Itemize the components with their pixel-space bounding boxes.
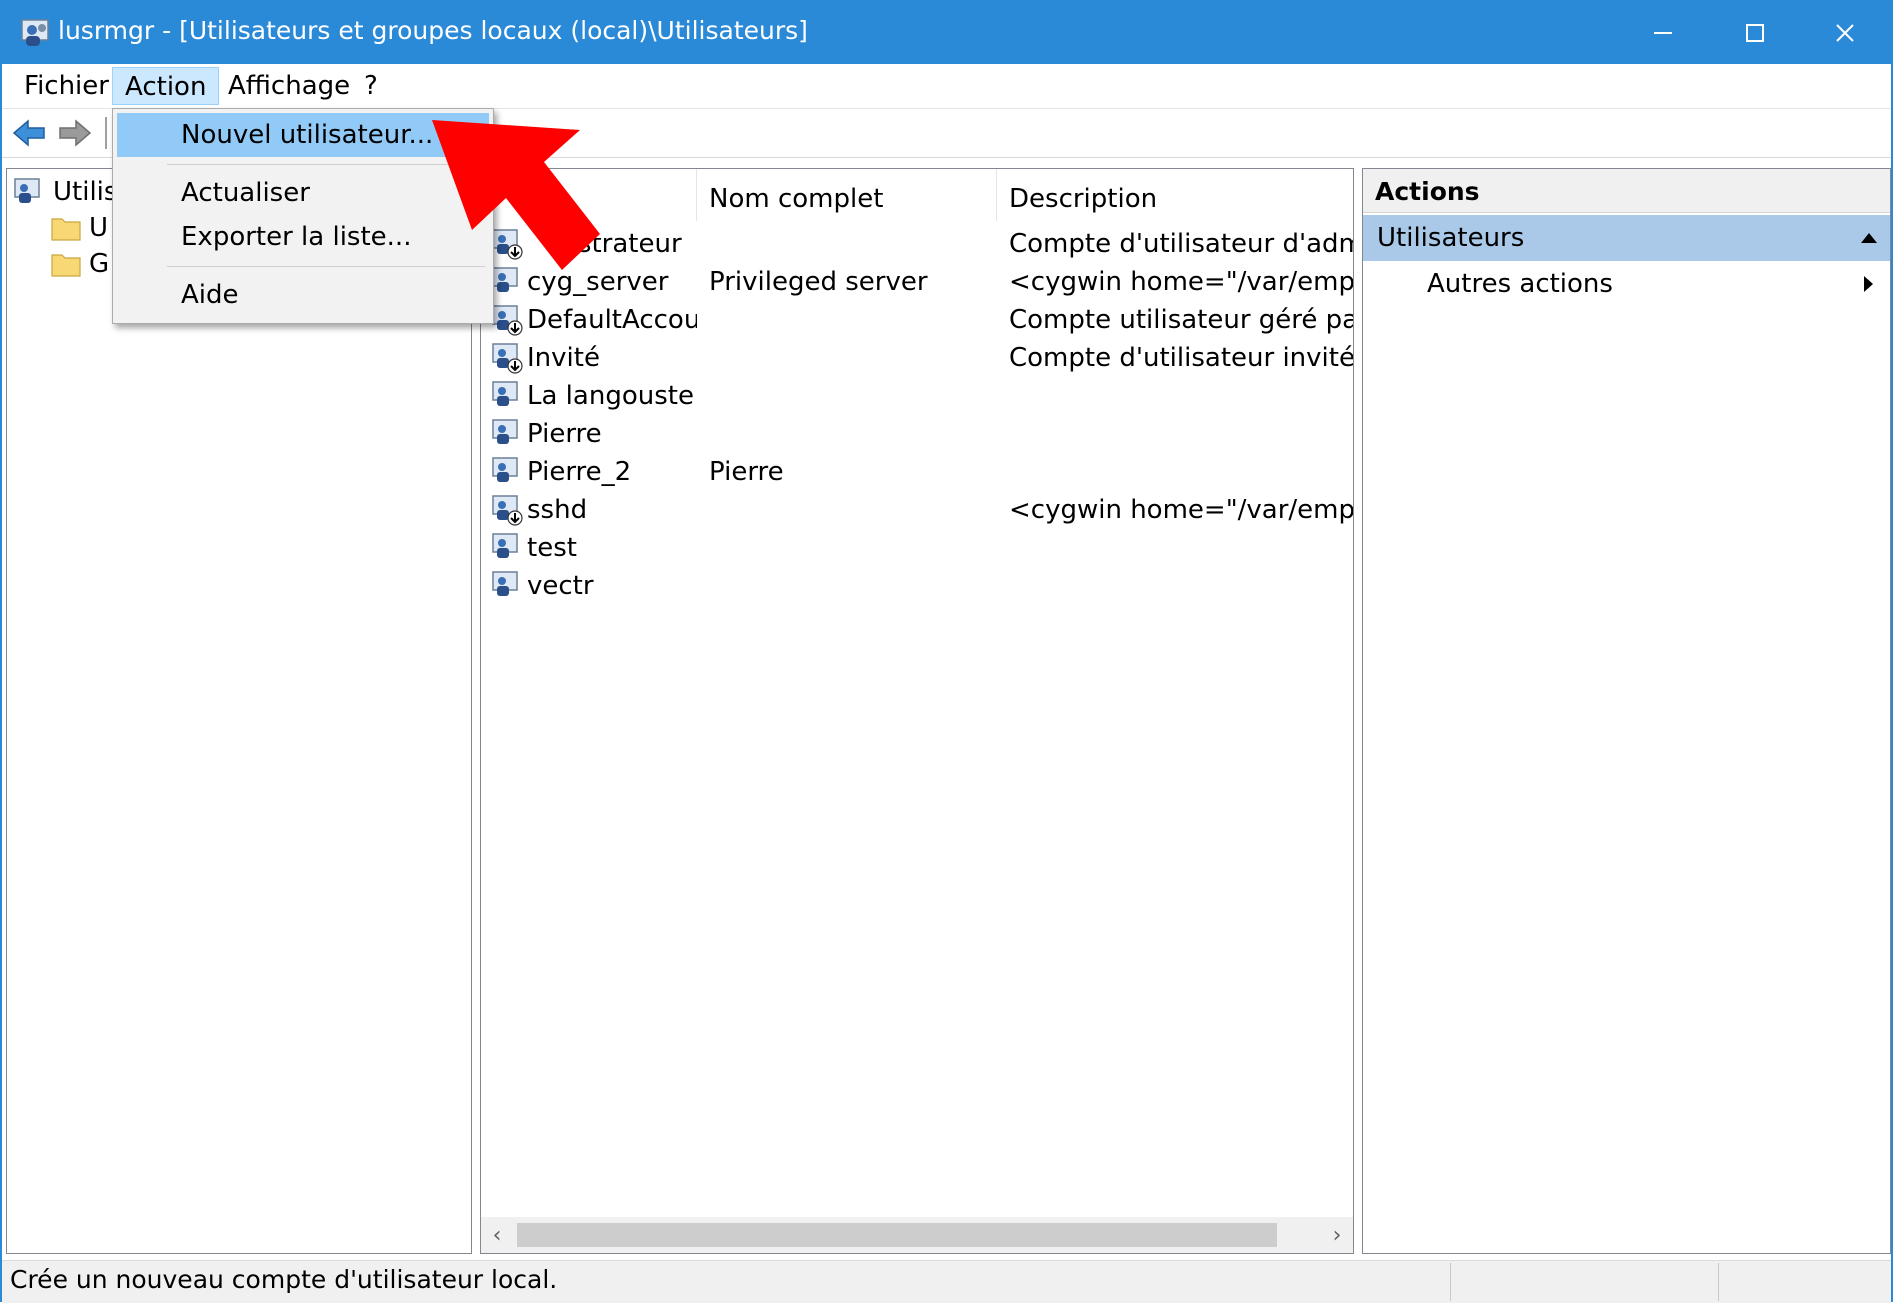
cell-full-name [709,491,999,529]
menu-action[interactable]: Action [112,67,220,105]
cell-description [1009,377,1353,415]
table-row[interactable]: sshd <cygwin home="/var/empty" sh [481,491,1353,529]
window: lusrmgr - [Utilisateurs et groupes locau… [0,0,1893,1303]
cell-full-name [709,415,999,453]
column-header-description[interactable]: Description [997,169,1353,221]
cell-name: Pierre [527,419,602,449]
table-row[interactable]: cyg_server Privileged server <cygwin home=… [481,263,1353,301]
status-text: Crée un nouveau compte d'utilisateur loc… [10,1265,558,1294]
table-row[interactable]: DefaultAccount Compte utilisateur géré pa… [481,301,1353,339]
actions-header: Actions [1363,169,1890,213]
back-button[interactable] [10,115,48,151]
status-bar: Crée un nouveau compte d'utilisateur loc… [2,1260,1891,1303]
cell-full-name [709,225,999,263]
actions-more-label: Autres actions [1427,269,1613,299]
table-row[interactable]: Pierre [481,415,1353,453]
cell-name: DefaultAccount [527,305,697,335]
scrollbar-thumb[interactable] [517,1223,1277,1247]
tree-item-groups[interactable]: G [51,247,109,281]
forward-button[interactable] [56,115,94,151]
table-row[interactable]: inistrateurCompte d'utilisateur d'admini… [481,225,1353,263]
close-button[interactable] [1799,2,1891,64]
table-row[interactable]: La langouste [481,377,1353,415]
status-divider [1450,1263,1451,1301]
user-icon [492,571,518,596]
submenu-arrow-icon [1864,276,1873,292]
table-row[interactable]: Pierre_2 Pierre [481,453,1353,491]
cell-description [1009,453,1353,491]
users-app-icon [21,19,49,46]
folder-icon [51,218,81,241]
cell-full-name [709,529,999,567]
user-icon [492,533,518,558]
tree-item-groups-label: G [89,249,110,279]
actions-section-users[interactable]: Utilisateurs [1363,215,1890,261]
tree-item-users-label: U [89,213,109,243]
cell-name: vectr [527,571,594,601]
menu-file[interactable]: Fichier [12,67,121,105]
disabled-user-icon [492,305,523,336]
menu-help[interactable]: ? [352,67,390,105]
tree-root[interactable]: Utilis [13,175,117,209]
collapse-up-icon[interactable] [1860,231,1878,245]
cell-description [1009,415,1353,453]
users-computer-icon [14,178,40,203]
actions-section-label: Utilisateurs [1377,223,1525,253]
minimize-button[interactable] [1617,2,1709,64]
cell-name: La langouste [527,381,694,411]
cell-description [1009,529,1353,567]
cell-name: sshd [527,495,588,525]
table-row[interactable]: vectr [481,567,1353,605]
minimize-icon [1654,32,1672,34]
cell-description [1009,567,1353,605]
cell-full-name: Privileged server [709,267,928,297]
cell-full-name: Pierre [709,457,784,487]
tree-pane[interactable]: Utilis U G [6,168,472,1254]
disabled-user-icon [492,495,523,526]
column-headers: m Nom complet Description [481,169,1353,221]
cell-description: Compte d'utilisateur d'administr [1009,229,1353,259]
scroll-right-icon[interactable]: › [1321,1217,1353,1253]
user-list-pane[interactable]: m Nom complet Description inistrateurCom… [480,168,1354,1254]
back-arrow-icon [12,119,45,147]
status-divider [1718,1263,1719,1301]
folder-icon [51,254,81,277]
cell-description: <cygwin home="/var/empty" sh [1009,495,1353,525]
user-icon [492,457,518,482]
actions-pane: Actions Utilisateurs Autres actions [1362,168,1891,1254]
cell-description: <cygwin home="/var/empty" sh [1009,267,1353,297]
maximize-button[interactable] [1709,2,1801,64]
maximize-icon [1746,24,1764,42]
horizontal-scrollbar[interactable]: ‹ › [481,1217,1353,1253]
table-row[interactable]: test [481,529,1353,567]
disabled-user-icon [492,343,523,374]
table-row[interactable]: Invité Compte d'utilisateur invité [481,339,1353,377]
cell-full-name [709,301,999,339]
menu-view[interactable]: Affichage [216,67,362,105]
title-bar: lusrmgr - [Utilisateurs et groupes locau… [2,2,1891,64]
actions-more[interactable]: Autres actions [1363,263,1890,305]
cell-name: Invité [527,343,600,373]
toolbar-separator [105,117,107,149]
cell-description: Compte d'utilisateur invité [1009,343,1353,373]
column-header-full-name[interactable]: Nom complet [697,169,997,221]
user-icon [492,381,518,406]
cell-full-name [709,567,999,605]
cell-full-name [709,377,999,415]
cell-name: test [527,533,577,563]
tree-item-users[interactable]: U [51,211,108,245]
cell-full-name [709,339,999,377]
close-icon [1836,24,1854,42]
forward-arrow-icon [59,119,92,147]
window-title: lusrmgr - [Utilisateurs et groupes locau… [58,16,808,45]
cell-description: Compte utilisateur géré par le sy [1009,305,1353,335]
cell-name: Pierre_2 [527,457,632,487]
scroll-left-icon[interactable]: ‹ [481,1217,513,1253]
menu-bar: Fichier Action Affichage ? [2,64,1891,109]
user-icon [492,419,518,444]
red-annotation-arrow-icon [432,120,600,270]
tree-root-label: Utilis [53,177,118,207]
